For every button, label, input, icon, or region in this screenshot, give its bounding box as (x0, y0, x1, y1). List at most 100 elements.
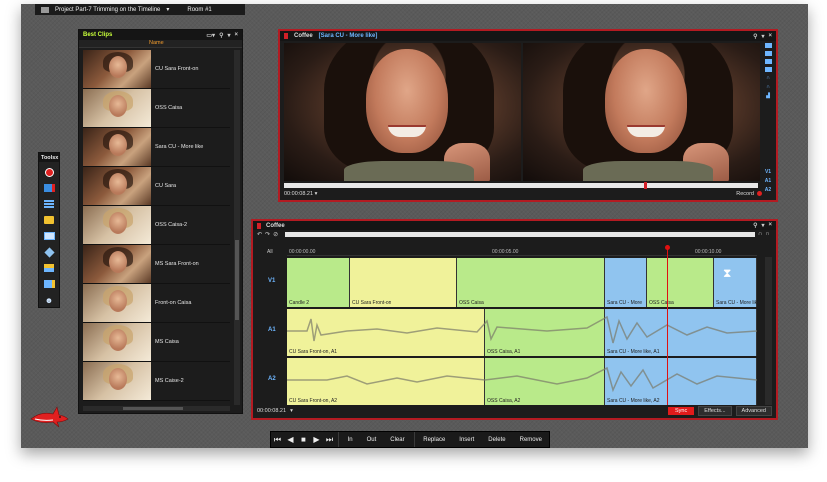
shark-logo-icon (30, 406, 69, 428)
undo-icon[interactable]: ↶ (257, 231, 262, 238)
replace-button[interactable]: Replace (416, 432, 452, 447)
bins-title[interactable]: Best Clips (83, 32, 112, 38)
monitor-position-marker[interactable] (644, 182, 647, 189)
remove-button[interactable]: Remove (513, 432, 549, 447)
clip-list: CU Sara Front-on OSS Caisa Sara CU - Mor… (83, 50, 230, 401)
minimize-icon[interactable]: ▾ (761, 33, 764, 40)
room-label[interactable]: Room #1 (187, 7, 211, 13)
clip-row[interactable]: MS Caisa (83, 323, 230, 362)
tools-close-button[interactable]: x (55, 155, 58, 161)
clip-row[interactable]: MS Caise-2 (83, 362, 230, 401)
timeline-clip[interactable]: Sara CU - More (605, 258, 647, 307)
clip-thumbnail (83, 206, 151, 244)
play-icon[interactable]: ▶ (310, 432, 323, 447)
tools-header: Tools x (39, 153, 59, 162)
insert-button[interactable]: Insert (452, 432, 481, 447)
audio-icon[interactable]: ∩ (766, 75, 770, 81)
monitor-timecode[interactable]: 00:00:08.21 (284, 191, 313, 197)
advanced-button[interactable]: Advanced (735, 406, 772, 416)
capture-tool-icon[interactable] (42, 182, 56, 194)
clip-name: CU Sara (155, 183, 177, 189)
clip-thumbnail (83, 362, 151, 400)
monitor-clip-name[interactable]: [Sara CU - More like] (319, 33, 378, 39)
pin-icon[interactable]: ⚲ (753, 222, 757, 229)
mark-out-button[interactable]: Out (360, 432, 384, 447)
minimize-icon[interactable]: ▾ (227, 32, 230, 39)
clip-row[interactable]: OSS Caisa (83, 89, 230, 128)
sync-button[interactable]: Sync (668, 407, 695, 415)
clear-marks-button[interactable]: Clear (383, 432, 411, 447)
track-a1[interactable]: A1 (765, 178, 771, 184)
redo-icon[interactable]: ↷ (265, 231, 270, 238)
headphones-icon[interactable]: ∩ (766, 84, 770, 90)
source-video-frame[interactable] (284, 43, 521, 181)
timeline-clip[interactable]: OSS Caisa (647, 258, 714, 307)
close-icon[interactable]: × (768, 222, 772, 229)
all-tracks-label[interactable]: All (267, 249, 273, 255)
close-icon[interactable]: × (234, 32, 238, 39)
track-header-v1[interactable]: V1 (268, 278, 275, 284)
folder-tool-icon[interactable] (42, 214, 56, 226)
audio-icon[interactable]: ∩ (758, 231, 762, 237)
bins-panel: Best Clips ▭▾ ⚲ ▾ × Name CU Sara Front-o… (78, 29, 243, 414)
export-icon[interactable]: ▟ (766, 93, 770, 99)
track-a2[interactable]: A2 (765, 187, 771, 193)
effects-button[interactable]: Effects... (698, 406, 732, 416)
timeline-timecode[interactable]: 00:00:08.21 (257, 408, 286, 414)
name-column-header[interactable]: Name (149, 40, 164, 47)
bins-vertical-scrollbar[interactable] (234, 50, 240, 405)
grid-icon[interactable] (764, 59, 772, 64)
box-tool-icon[interactable] (42, 246, 56, 258)
track-header-a1[interactable]: A1 (268, 327, 276, 333)
clip-row[interactable]: Sara CU - More like (83, 128, 230, 167)
timeline-vertical-scrollbar[interactable] (765, 257, 772, 405)
record-video-frame[interactable] (523, 43, 760, 181)
project-title[interactable]: Project Part-7 Trimming on the Timeline (55, 7, 160, 13)
mark-in-button[interactable]: In (341, 432, 360, 447)
export-tool-icon[interactable] (42, 278, 56, 290)
timeline-clip[interactable]: Candle 2 (287, 258, 350, 307)
close-icon[interactable]: × (768, 33, 772, 40)
clip-row[interactable]: CU Sara (83, 167, 230, 206)
delete-button[interactable]: Delete (481, 432, 512, 447)
bins-horizontal-scrollbar[interactable] (83, 406, 230, 411)
track-header-a2[interactable]: A2 (268, 376, 276, 382)
record-button[interactable]: Record (736, 191, 762, 197)
clip-row[interactable]: Front-on Caisa (83, 284, 230, 323)
project-title-bar[interactable]: Project Part-7 Trimming on the Timeline … (35, 4, 245, 15)
link-icon[interactable]: ⊘ (273, 231, 278, 238)
audio-track-a1: CU Sara Front-on, A1 OSS Caisa, A1 Sara … (287, 309, 757, 356)
view-icon[interactable] (764, 67, 772, 72)
timeline-overview-bar[interactable] (285, 231, 756, 237)
chevron-down-icon[interactable]: ▾ (313, 191, 318, 197)
list-icon[interactable] (764, 51, 772, 56)
pin-icon[interactable]: ⚲ (219, 32, 223, 39)
stop-icon[interactable]: ■ (297, 432, 310, 447)
timeline-toolbar: ↶ ↷ ⊘ ∩ ∩ (253, 230, 776, 238)
folder-icon[interactable] (764, 43, 772, 48)
timeline-playhead[interactable] (665, 245, 670, 405)
timeline-clip[interactable]: OSS Caisa (457, 258, 605, 307)
timeline-clip[interactable]: CU Sara Front-on (350, 258, 457, 307)
chevron-down-icon[interactable]: ▾ (290, 408, 293, 414)
effects-tool-icon[interactable] (42, 262, 56, 274)
bin-view-icon[interactable]: ▭▾ (206, 32, 215, 39)
list-tool-icon[interactable] (42, 198, 56, 210)
timeline-clip[interactable]: Sara CU - More like (714, 258, 760, 307)
clip-row[interactable]: CU Sara Front-on (83, 50, 230, 89)
minimize-icon[interactable]: ▾ (761, 222, 764, 229)
record-tool-icon[interactable] (42, 166, 56, 178)
headphones-icon[interactable]: ∩ (765, 231, 769, 237)
pin-icon[interactable]: ⚲ (753, 33, 757, 40)
track-v1[interactable]: V1 (765, 169, 771, 175)
step-back-icon[interactable]: ◀ (284, 432, 297, 447)
monitor-scrub-bar[interactable] (284, 182, 758, 189)
users-tool-icon[interactable]: ☻ (42, 294, 56, 306)
timeline-ruler[interactable]: 00:00:00.00 00:00:05.00 00:00:10.00 (287, 248, 757, 256)
clip-row[interactable]: MS Sara Front-on (83, 245, 230, 284)
chevron-down-icon[interactable]: ▾ (166, 6, 169, 13)
go-to-end-icon[interactable]: ⏭ (323, 432, 336, 447)
monitor-tool-icon[interactable] (42, 230, 56, 242)
clip-row[interactable]: OSS Caisa-2 (83, 206, 230, 245)
go-to-start-icon[interactable]: ⏮ (271, 432, 284, 447)
